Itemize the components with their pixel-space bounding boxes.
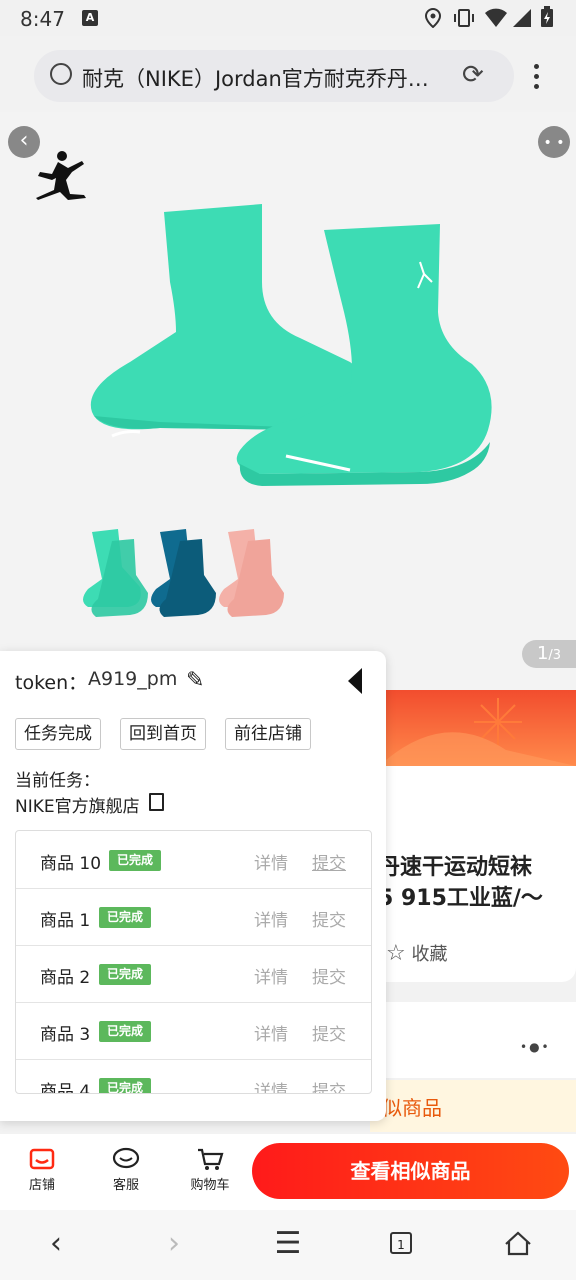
current-task-label: 当前任务： xyxy=(15,771,100,791)
service-button[interactable]: 客服 xyxy=(96,1142,156,1193)
favorite-button[interactable]: ☆ 收藏 xyxy=(386,940,447,966)
home-icon[interactable] xyxy=(504,1230,532,1256)
go-to-store-button[interactable]: 前往店铺 xyxy=(225,718,311,750)
product-title-line1: 丹速干运动短袜 xyxy=(378,855,533,880)
status-badge: 已完成 xyxy=(99,1021,152,1042)
service-label: 客服 xyxy=(112,1178,139,1193)
view-similar-button[interactable]: 查看相似商品 xyxy=(252,1143,569,1199)
status-badge: 已完成 xyxy=(99,1078,152,1093)
token-value: A919_pm xyxy=(88,668,178,690)
status-badge: 已完成 xyxy=(99,964,152,985)
counter-total: /3 xyxy=(548,648,562,663)
row-name: 商品 3 xyxy=(40,1025,91,1045)
go-home-button[interactable]: 回到首页 xyxy=(120,718,206,750)
detail-link[interactable]: 详情 xyxy=(254,1077,288,1093)
star-icon: ☆ xyxy=(386,941,406,966)
notification-a-icon: A xyxy=(82,10,98,26)
store-icon xyxy=(12,1142,72,1174)
similar-strip-text: 似商品 xyxy=(382,1096,442,1120)
more-icon[interactable]: • • xyxy=(538,126,570,158)
row-name: 商品 4 xyxy=(40,1082,91,1094)
table-row: 商品 1 已完成 详情 提交 xyxy=(16,888,371,946)
jordan-logo xyxy=(36,151,86,200)
task-list[interactable]: 商品 10 已完成 详情 提交 商品 1 已完成 详情 提交 商品 2 已完成 … xyxy=(15,830,372,1094)
row-name: 商品 10 xyxy=(40,854,102,874)
shop-name: NIKE官方旗舰店 xyxy=(15,797,140,817)
collapse-panel-icon[interactable] xyxy=(348,668,362,694)
url-bar[interactable]: 耐克（NIKE）Jordan官方耐克乔丹… ⟳ xyxy=(34,50,514,102)
token-label: token： xyxy=(15,672,88,694)
status-time: 8:47 xyxy=(20,7,65,31)
location-icon xyxy=(424,8,442,28)
cart-label: 购物车 xyxy=(190,1178,230,1193)
submit-link[interactable]: 提交 xyxy=(312,849,346,874)
submit-link[interactable]: 提交 xyxy=(312,1020,346,1045)
status-badge: 已完成 xyxy=(109,850,162,871)
copy-icon[interactable] xyxy=(149,793,164,811)
detail-link[interactable]: 详情 xyxy=(254,963,288,988)
vibrate-icon xyxy=(454,9,474,27)
back-arrow-icon[interactable]: ‹ xyxy=(8,126,40,158)
hamburger-icon[interactable]: ☰ xyxy=(268,1226,308,1261)
image-counter: 1/3 xyxy=(522,640,576,668)
wifi-icon xyxy=(485,8,507,27)
url-text[interactable]: 耐克（NIKE）Jordan官方耐克乔丹… xyxy=(82,63,462,93)
back-nav-icon[interactable]: ‹ xyxy=(36,1226,76,1261)
submit-link[interactable]: 提交 xyxy=(312,906,346,931)
submit-link[interactable]: 提交 xyxy=(312,963,346,988)
table-row: 商品 2 已完成 详情 提交 xyxy=(16,945,371,1003)
task-complete-button[interactable]: 任务完成 xyxy=(15,718,101,750)
reload-icon[interactable]: ⟳ xyxy=(462,60,484,90)
cart-icon xyxy=(180,1142,240,1174)
battery-icon xyxy=(541,6,553,27)
table-row: 商品 3 已完成 详情 提交 xyxy=(16,1002,371,1060)
counter-current: 1 xyxy=(536,643,549,664)
favorite-label: 收藏 xyxy=(411,944,448,965)
table-row: 商品 4 已完成 详情 提交 xyxy=(16,1059,371,1094)
tabs-icon[interactable]: 1 xyxy=(390,1232,412,1254)
detail-link[interactable]: 详情 xyxy=(254,849,288,874)
row-name: 商品 2 xyxy=(40,968,91,988)
globe-icon xyxy=(50,63,72,85)
row-name: 商品 1 xyxy=(40,911,91,931)
promo-banner[interactable] xyxy=(386,690,576,766)
chat-icon xyxy=(96,1142,156,1174)
status-badge: 已完成 xyxy=(99,907,152,928)
sock-colorways xyxy=(83,529,284,617)
firework-icon xyxy=(386,698,576,766)
detail-link[interactable]: 详情 xyxy=(254,1020,288,1045)
detail-link[interactable]: 详情 xyxy=(254,906,288,931)
shop-label: 店铺 xyxy=(28,1178,55,1193)
product-image xyxy=(36,151,492,617)
submit-link[interactable]: 提交 xyxy=(312,1077,346,1093)
table-row: 商品 10 已完成 详情 提交 xyxy=(16,831,371,889)
cart-button[interactable]: 购物车 xyxy=(180,1142,240,1193)
forward-nav-icon[interactable]: › xyxy=(154,1226,194,1261)
edit-icon[interactable]: ✎ xyxy=(186,668,204,693)
product-title: 丹速干运动短袜 5 915工业蓝/～ xyxy=(378,852,576,914)
product-title-line2: 5 915工业蓝/～ xyxy=(378,886,543,911)
overflow-menu-icon[interactable] xyxy=(524,60,548,92)
shop-button[interactable]: 店铺 xyxy=(12,1142,72,1193)
pager-dots: •●• xyxy=(520,1040,551,1054)
product-gallery[interactable] xyxy=(0,112,576,692)
signal-icon xyxy=(513,9,531,27)
